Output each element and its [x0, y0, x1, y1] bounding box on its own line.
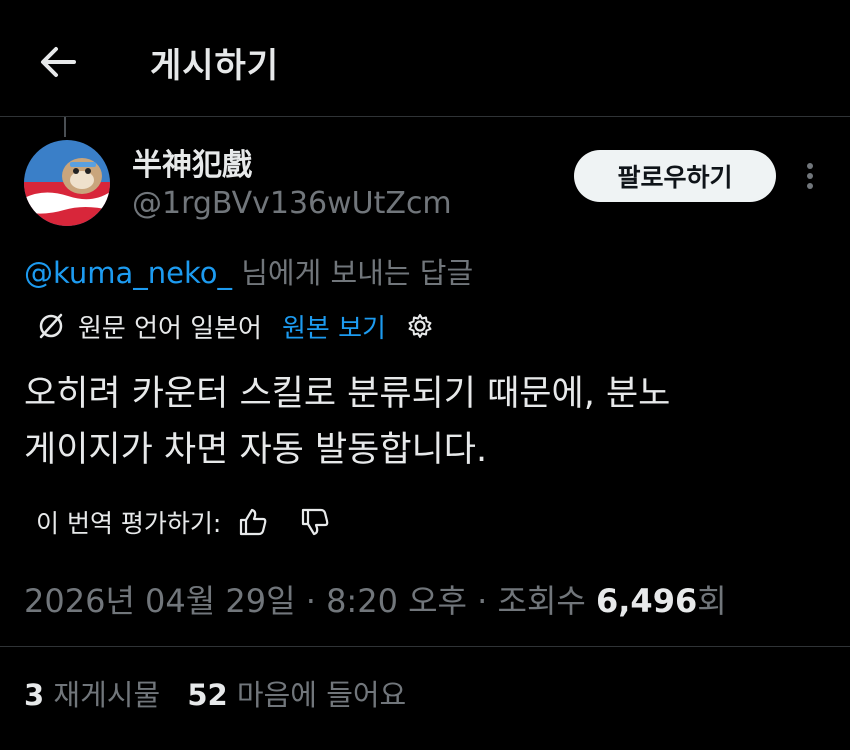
reply-suffix: 님에게 보내는 답글	[232, 256, 474, 290]
translation-row: 원문 언어 일본어 원본 보기	[34, 306, 434, 346]
back-arrow-icon[interactable]	[36, 40, 80, 84]
author-display-name[interactable]: 半神犯戲	[132, 140, 252, 184]
avatar[interactable]	[24, 140, 110, 226]
stats-divider	[0, 646, 850, 647]
post-line: 오히려 카운터 스킬로 분류되기 때문에, 분노	[24, 374, 671, 414]
post-line: 게이지가 차면 자동 발동합니다.	[24, 430, 488, 470]
likes-count: 52	[187, 678, 228, 712]
meta-separator: ·	[466, 582, 498, 620]
views-suffix: 회	[697, 582, 727, 620]
top-bar: 게시하기	[0, 0, 850, 116]
views-count: 6,496	[596, 582, 698, 620]
reposts-stat[interactable]: 3 재게시물	[24, 678, 160, 712]
meta-separator: ·	[295, 582, 327, 620]
settings-icon[interactable]	[406, 312, 434, 340]
reposts-label: 재게시물	[44, 678, 161, 712]
thread-connector	[64, 117, 66, 137]
likes-stat[interactable]: 52 마음에 들어요	[187, 678, 406, 712]
translation-rating: 이 번역 평가하기:	[36, 502, 331, 542]
views-label: 조회수	[497, 582, 596, 620]
engagement-stats: 3 재게시물 52 마음에 들어요	[24, 672, 406, 714]
author-handle[interactable]: @1rgBVv136wUtZcm	[132, 186, 452, 221]
post-time: 8:20 오후	[326, 582, 467, 620]
more-vertical-icon[interactable]	[798, 158, 822, 194]
reply-mention-link[interactable]: @kuma_neko_	[24, 256, 232, 290]
post-metadata: 2026년 04월 29일 · 8:20 오후 · 조회수 6,496회	[24, 576, 727, 622]
header-divider	[0, 116, 850, 117]
view-original-link[interactable]: 원본 보기	[282, 308, 386, 345]
thumbs-down-icon[interactable]	[299, 506, 331, 538]
translation-source-text: 원문 언어 일본어	[78, 313, 262, 344]
likes-label: 마음에 들어요	[227, 678, 407, 712]
post-date: 2026년 04월 29일	[24, 582, 296, 620]
rating-label: 이 번역 평가하기:	[36, 509, 222, 538]
follow-button[interactable]: 팔로우하기	[574, 150, 776, 202]
thumbs-up-icon[interactable]	[237, 506, 269, 538]
post-body: 오히려 카운터 스킬로 분류되기 때문에, 분노 게이지가 차면 자동 발동합니…	[24, 366, 824, 478]
reply-context: @kuma_neko_ 님에게 보내는 답글	[24, 250, 473, 292]
page-title: 게시하기	[150, 46, 280, 86]
reposts-count: 3	[24, 678, 45, 712]
translate-icon	[39, 313, 63, 339]
